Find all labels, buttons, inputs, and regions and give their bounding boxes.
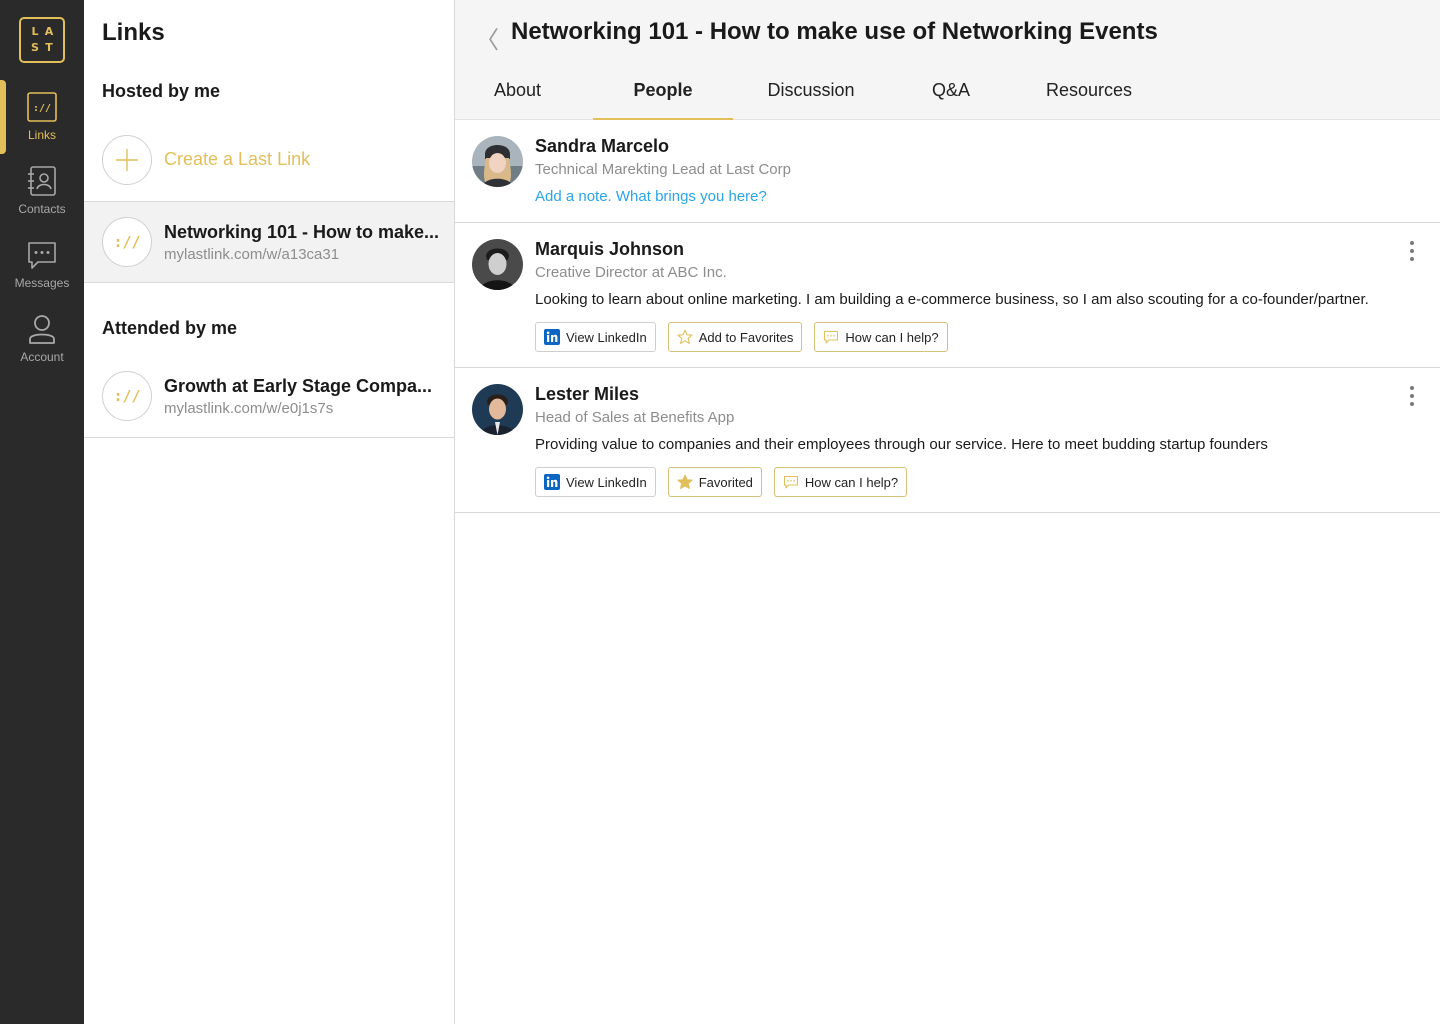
nav-label: Contacts [18,202,66,216]
chat-icon [824,330,839,344]
person-card: Lester Miles Head of Sales at Benefits A… [455,368,1440,513]
nav-item-links[interactable]: :// Links [0,80,84,154]
link-item[interactable]: :// Growth at Early Stage Compa... mylas… [84,356,454,438]
linkedin-label: View LinkedIn [566,329,647,345]
logo-letter: S [31,41,39,54]
svg-text:://: :// [33,103,51,114]
nav-label: Links [27,128,56,142]
favorite-label: Add to Favorites [698,329,794,345]
person-role: Technical Marekting Lead at Last Corp [535,161,791,178]
favorite-label: Favorited [698,474,753,490]
page-title: Networking 101 - How to make use of Netw… [511,18,1158,45]
person-card: Marquis Johnson Creative Director at ABC… [455,223,1440,368]
link-url: mylastlink.com/w/e0j1s7s [164,400,334,417]
tab-qa[interactable]: Q&A [901,80,1001,120]
create-link-button[interactable] [102,135,152,185]
person-card: Sandra Marcelo Technical Marekting Lead … [455,120,1440,223]
link-glyph-icon: :// [102,217,152,267]
event-header: 〈 Networking 101 - How to make use of Ne… [455,0,1440,120]
contacts-icon [28,166,56,196]
person-bio: Providing value to companies and their e… [535,436,1268,453]
tab-about[interactable]: About [455,80,580,120]
logo-letter: T [45,41,53,54]
linkedin-label: View LinkedIn [566,474,647,490]
nav-label: Messages [14,276,70,290]
add-note-link[interactable]: Add a note. What brings you here? [535,188,767,205]
person-actions: View LinkedIn Add to Favorites How can I… [535,322,948,352]
hosted-heading: Hosted by me [102,81,221,101]
links-panel: Links Hosted by me Create a Last Link :/… [84,0,455,1024]
link-item[interactable]: :// Networking 101 - How to make... myla… [84,201,454,283]
star-outline-icon [677,329,693,344]
linkedin-icon [544,474,560,490]
back-chevron-icon[interactable]: 〈 [475,20,499,55]
person-role: Head of Sales at Benefits App [535,409,735,426]
last-logo[interactable]: L A S T [19,17,65,63]
more-options-icon[interactable] [1406,239,1418,263]
panel-title: Links [102,19,165,46]
links-icon: :// [27,92,57,122]
person-name: Sandra Marcelo [535,136,670,156]
link-glyph-icon: :// [102,371,152,421]
attended-heading: Attended by me [102,318,238,338]
app-nav-rail: L A S T :// Links Contacts Messages Acco… [0,0,84,1024]
person-bio: Looking to learn about online marketing.… [535,291,1369,308]
person-name: Marquis Johnson [535,239,685,259]
help-label: How can I help? [804,474,899,490]
person-name: Lester Miles [535,384,640,404]
person-role: Creative Director at ABC Inc. [535,264,727,281]
avatar[interactable] [472,384,523,435]
tab-resources[interactable]: Resources [1029,80,1149,120]
avatar-photo [472,239,523,290]
create-link-row[interactable]: Create a Last Link [84,120,454,202]
link-title: Networking 101 - How to make... [164,222,440,242]
account-icon [29,315,55,344]
chat-icon [783,475,798,489]
avatar[interactable] [472,136,523,187]
logo-letter: A [44,25,54,38]
event-detail: 〈 Networking 101 - How to make use of Ne… [455,0,1440,1024]
view-linkedin-button[interactable]: View LinkedIn [535,322,656,352]
how-can-i-help-button[interactable]: How can I help? [814,322,948,352]
avatar-photo [472,136,523,187]
add-to-favorites-button[interactable]: Add to Favorites [667,322,803,352]
linkedin-icon [544,329,560,345]
nav-item-contacts[interactable]: Contacts [0,154,84,224]
avatar[interactable] [472,239,523,290]
tab-discussion[interactable]: Discussion [741,80,881,120]
create-link-label[interactable]: Create a Last Link [164,149,310,170]
star-filled-icon [677,474,693,489]
logo-letter: L [31,25,39,38]
help-label: How can I help? [845,329,939,345]
how-can-i-help-button[interactable]: How can I help? [773,467,908,497]
messages-icon [28,242,56,269]
person-actions: View LinkedIn Favorited How can I help? [535,467,908,497]
favorited-button[interactable]: Favorited [667,467,762,497]
plus-icon [116,149,138,171]
nav-label: Account [20,350,64,364]
nav-item-account[interactable]: Account [0,302,84,372]
link-url: mylastlink.com/w/a13ca31 [164,246,340,263]
tab-people[interactable]: People [593,80,733,120]
nav-item-messages[interactable]: Messages [0,228,84,298]
more-options-icon[interactable] [1406,384,1418,408]
avatar-photo [472,384,523,435]
link-title: Growth at Early Stage Compa... [164,376,433,396]
view-linkedin-button[interactable]: View LinkedIn [535,467,656,497]
